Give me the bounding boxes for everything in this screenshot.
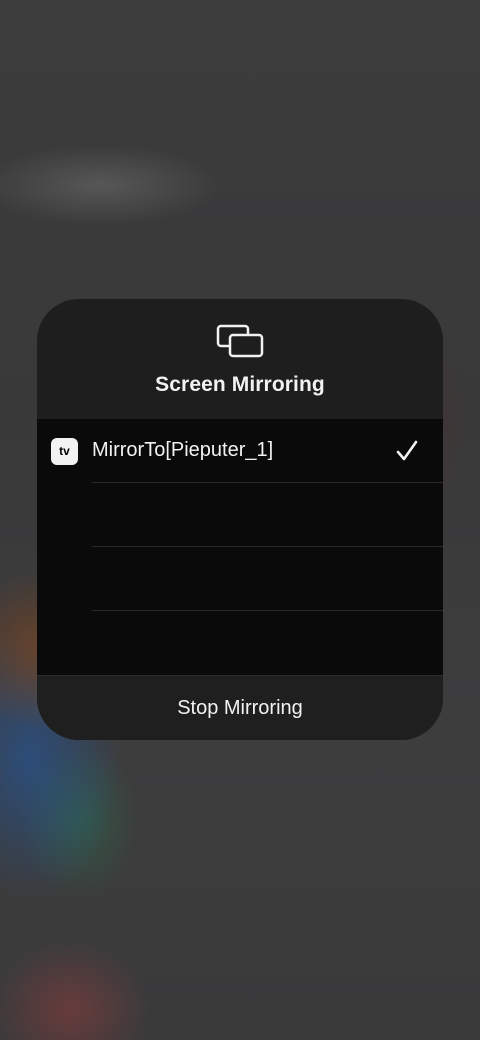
device-list: tv MirrorTo[Pieputer_1] [37, 419, 443, 675]
empty-device-row [37, 547, 443, 611]
apple-tv-icon: tv [51, 438, 78, 465]
device-name: MirrorTo[Pieputer_1] [92, 439, 274, 461]
checkmark-icon [396, 440, 418, 461]
stop-mirroring-button[interactable]: Stop Mirroring [37, 676, 443, 740]
tv-badge-label: tv [59, 444, 70, 458]
panel-title: Screen Mirroring [155, 373, 325, 396]
device-row-mirrorto[interactable]: tv MirrorTo[Pieputer_1] [37, 419, 443, 483]
panel-header: Screen Mirroring [37, 299, 443, 419]
empty-device-row [37, 483, 443, 547]
screen-mirroring-panel: Screen Mirroring tv MirrorTo[Pieputer_1]… [37, 299, 443, 740]
screen-mirroring-icon [216, 324, 264, 358]
empty-device-row [37, 611, 443, 675]
panel-footer: Stop Mirroring [37, 675, 443, 740]
